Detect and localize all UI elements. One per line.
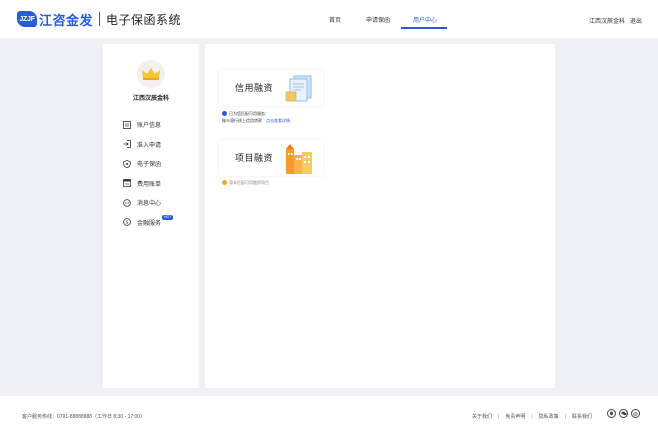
footer-links: 关于我们 | 免责声明 | 隐私政策 | 联系我们 (472, 413, 592, 420)
footer-link-privacy[interactable]: 隐私政策 (539, 414, 559, 420)
footer-link-contact[interactable]: 联系我们 (572, 414, 592, 420)
finance-icon: $ (123, 218, 131, 227)
view-details-link[interactable]: 点击查看详情 (266, 118, 290, 123)
sidebar-item-label: 准入申请 (137, 142, 162, 149)
sidebar-item-guarantee[interactable]: 电子保函 (123, 154, 161, 174)
footer-social-icons (607, 409, 643, 418)
nav-home[interactable]: 首页 (329, 15, 341, 24)
credit-tip-line1: 已为您匹配可用服务： (229, 111, 269, 116)
logo[interactable]: JZJF 江咨金发 电子保函系统 (17, 10, 181, 28)
header-username[interactable]: 江西汉辰金科 (589, 16, 625, 25)
crown-icon (142, 68, 160, 80)
avatar (137, 60, 165, 88)
footer-separator: | (564, 414, 566, 420)
project-financing-card[interactable]: 项目融资 (219, 140, 323, 176)
buildings-illustration (286, 144, 312, 174)
account-icon (123, 120, 131, 129)
wechat-icon[interactable] (619, 409, 628, 418)
logo-divider (99, 12, 101, 26)
footer-separator: | (498, 414, 500, 420)
card-title: 信用融资 (235, 83, 274, 93)
bill-icon (123, 179, 131, 188)
sidebar-item-label: 金融服务 (137, 220, 162, 227)
warning-icon (222, 180, 227, 185)
logout-link[interactable]: 退出 (630, 16, 642, 25)
footer-separator: | (531, 414, 533, 420)
sidebar: 江西汉辰金科 账户信息 准入申请 电子保函 费用账单 消息中心 $ 金融服务 H… (103, 44, 199, 388)
svg-text:$: $ (126, 220, 129, 226)
system-title: 电子保函系统 (106, 12, 182, 27)
project-tip: 暂未匹配可用融资项目 (222, 180, 269, 186)
sidebar-username: 江西汉辰金科 (132, 96, 169, 102)
footer: 客户服务热线：0791-88888888（工作日 8:30 - 17:00） 关… (0, 396, 658, 436)
logo-badge: JZJF (17, 11, 37, 27)
info-icon (222, 111, 227, 116)
sidebar-item-account[interactable]: 账户信息 (123, 115, 161, 135)
sidebar-item-label: 账户信息 (137, 123, 162, 130)
credit-financing-card[interactable]: 信用融资 (219, 70, 323, 106)
sidebar-item-message[interactable]: 消息中心 (123, 193, 161, 213)
qq-icon[interactable] (607, 409, 616, 418)
sidebar-item-label: 消息中心 (137, 201, 162, 208)
project-tip-text: 暂未匹配可用融资项目 (229, 180, 269, 185)
logo-text: 江咨金发 (39, 12, 94, 28)
card-title: 项目融资 (235, 153, 274, 163)
nav-user-center[interactable]: 用户中心 (413, 15, 437, 24)
service-hotline: 客户服务热线：0791-88888888（工作日 8:30 - 17:00） (22, 414, 146, 420)
sidebar-item-access-apply[interactable]: 准入申请 (123, 135, 161, 155)
credit-tip-line2: 微众银行线上信用贷款 (222, 118, 262, 123)
hot-badge: HOT (162, 214, 174, 220)
sidebar-item-label: 电子保函 (137, 162, 162, 169)
message-icon (123, 198, 131, 207)
sidebar-item-label: 费用账单 (137, 181, 162, 188)
main-content: 信用融资 已为您匹配可用服务： 微众银行线上信用贷款 点击查看详情 项目融资 暂… (205, 44, 555, 388)
sidebar-menu: 账户信息 准入申请 电子保函 费用账单 消息中心 $ 金融服务 HOT (123, 115, 174, 233)
footer-link-about[interactable]: 关于我们 (472, 414, 492, 420)
nav-active-indicator (401, 27, 447, 29)
nav-apply-guarantee[interactable]: 申请保函 (366, 15, 390, 24)
documents-illustration (285, 75, 312, 102)
weibo-icon[interactable] (631, 409, 640, 418)
header: JZJF 江咨金发 电子保函系统 首页 申请保函 用户中心 江西汉辰金科 退出 (0, 0, 658, 38)
login-icon (123, 140, 131, 149)
sidebar-item-finance[interactable]: $ 金融服务 HOT (123, 213, 174, 233)
sidebar-item-bill[interactable]: 费用账单 (123, 174, 161, 194)
shield-icon (123, 159, 131, 168)
credit-tip: 已为您匹配可用服务： 微众银行线上信用贷款 点击查看详情 (222, 110, 290, 124)
footer-link-disclaimer[interactable]: 免责声明 (505, 414, 525, 420)
